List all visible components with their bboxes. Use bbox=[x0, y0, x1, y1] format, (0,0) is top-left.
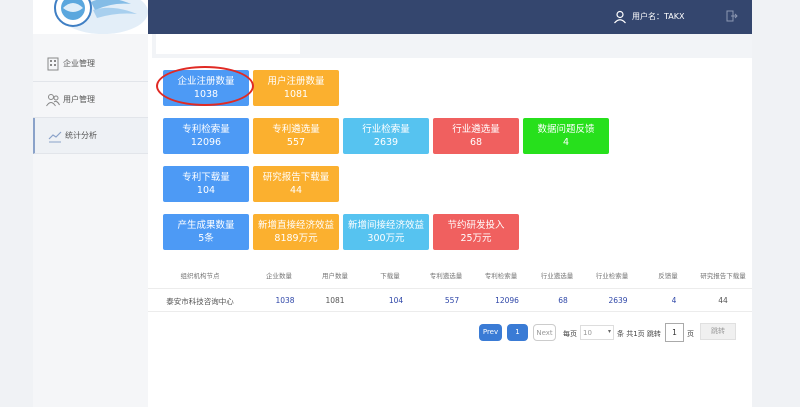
users-icon bbox=[46, 94, 60, 107]
logo-emblem-icon bbox=[54, 0, 148, 34]
column-header: 研究报告下载量 bbox=[700, 272, 746, 280]
stat-card-direct-benefit[interactable]: 新增直接经济效益 8189万元 bbox=[253, 214, 339, 250]
per-page-label: 每页 bbox=[563, 330, 577, 338]
stat-card-report-downloads[interactable]: 研究报告下载量 44 bbox=[253, 166, 339, 202]
card-title: 产生成果数量 bbox=[177, 220, 235, 231]
card-title: 用户注册数量 bbox=[267, 76, 325, 87]
column-header: 企业数量 bbox=[266, 272, 292, 280]
card-title: 专利下载量 bbox=[182, 172, 230, 183]
card-title: 研究报告下载量 bbox=[262, 172, 330, 183]
logout-icon[interactable] bbox=[726, 10, 738, 22]
table-cell[interactable]: 4 bbox=[672, 296, 677, 305]
stat-card-patent-search[interactable]: 专利检索量 12096 bbox=[163, 118, 249, 154]
top-header: 用户名：TAKX bbox=[148, 0, 752, 34]
table-row[interactable]: 泰安市科技咨询中心 1038 1081 104 557 12096 68 263… bbox=[148, 288, 752, 312]
table-cell[interactable]: 1038 bbox=[275, 296, 294, 305]
next-page-button[interactable]: Next bbox=[533, 324, 556, 341]
sidebar-item-statistics[interactable]: 统计分析 bbox=[33, 118, 148, 154]
chevron-down-icon: ▾ bbox=[607, 328, 611, 335]
sidebar-item-enterprise[interactable]: 企业管理 bbox=[33, 46, 148, 82]
username-label: 用户名：TAKX bbox=[632, 12, 685, 21]
card-value: 44 bbox=[289, 185, 303, 196]
card-value: 12096 bbox=[190, 137, 222, 148]
stat-card-industry-selection[interactable]: 行业遴选量 68 bbox=[433, 118, 519, 154]
table-cell[interactable]: 12096 bbox=[495, 296, 519, 305]
sidebar-item-users[interactable]: 用户管理 bbox=[33, 82, 148, 118]
per-page-value: 10 bbox=[583, 329, 592, 337]
jump-page-input[interactable]: 1 bbox=[665, 323, 684, 342]
column-header: 行业检索量 bbox=[595, 272, 629, 280]
card-value: 4 bbox=[562, 137, 570, 148]
card-title: 新增直接经济效益 bbox=[257, 220, 334, 231]
highlight-ellipse-annotation bbox=[156, 66, 254, 106]
tab-bar bbox=[152, 34, 752, 58]
table-cell[interactable]: 2639 bbox=[608, 296, 627, 305]
column-header: 组织机构节点 bbox=[180, 272, 220, 280]
card-value: 2639 bbox=[373, 137, 399, 148]
card-title: 专利检索量 bbox=[182, 124, 230, 135]
stat-card-industry-search[interactable]: 行业检索量 2639 bbox=[343, 118, 429, 154]
card-title: 新增间接经济效益 bbox=[347, 220, 424, 231]
card-value: 5条 bbox=[198, 233, 214, 244]
table-cell: 1081 bbox=[325, 296, 345, 305]
card-value: 300万元 bbox=[367, 233, 405, 244]
card-title: 专利遴选量 bbox=[272, 124, 320, 135]
tab-active[interactable] bbox=[156, 34, 300, 54]
user-icon bbox=[614, 10, 626, 24]
left-margin bbox=[0, 0, 33, 407]
building-icon bbox=[47, 57, 59, 71]
right-margin bbox=[752, 0, 800, 407]
card-value: 1081 bbox=[283, 89, 309, 100]
card-title: 节约研发投入 bbox=[447, 220, 505, 231]
card-title: 数据问题反馈 bbox=[537, 124, 595, 135]
card-value: 68 bbox=[469, 137, 483, 148]
sidebar-item-label: 企业管理 bbox=[63, 59, 95, 68]
jump-button[interactable]: 跳转 bbox=[700, 323, 736, 340]
column-header: 专利检索量 bbox=[484, 272, 518, 280]
card-value: 104 bbox=[196, 185, 216, 196]
table-cell[interactable]: 104 bbox=[389, 296, 403, 305]
stat-card-data-feedback[interactable]: 数据问题反馈 4 bbox=[523, 118, 609, 154]
page-suffix-label: 页 bbox=[687, 330, 694, 338]
card-title: 行业检索量 bbox=[362, 124, 410, 135]
column-header: 用户数量 bbox=[322, 272, 348, 280]
stat-card-patent-selection[interactable]: 专利遴选量 557 bbox=[253, 118, 339, 154]
stat-card-user-registrations[interactable]: 用户注册数量 1081 bbox=[253, 70, 339, 106]
prev-page-button[interactable]: Prev bbox=[479, 324, 502, 341]
per-page-select[interactable]: 10 ▾ bbox=[580, 325, 614, 340]
chart-icon bbox=[48, 131, 62, 143]
column-header: 反馈量 bbox=[658, 272, 678, 280]
logo bbox=[33, 0, 148, 34]
stat-card-indirect-benefit[interactable]: 新增间接经济效益 300万元 bbox=[343, 214, 429, 250]
table-cell: 泰安市科技咨询中心 bbox=[166, 297, 234, 306]
column-header: 行业遴选量 bbox=[540, 272, 574, 280]
card-value: 8189万元 bbox=[274, 233, 318, 244]
sidebar-item-label: 用户管理 bbox=[63, 95, 95, 104]
stat-card-results-count[interactable]: 产生成果数量 5条 bbox=[163, 214, 249, 250]
card-title: 行业遴选量 bbox=[452, 124, 500, 135]
column-header: 专利遴选量 bbox=[429, 272, 463, 280]
stat-card-rd-savings[interactable]: 节约研发投入 25万元 bbox=[433, 214, 519, 250]
table-cell: 44 bbox=[718, 296, 728, 305]
stat-card-patent-downloads[interactable]: 专利下载量 104 bbox=[163, 166, 249, 202]
table-header: 组织机构节点 企业数量 用户数量 下载量 专利遴选量 专利检索量 行业遴选量 行… bbox=[148, 266, 752, 284]
page-number-button[interactable]: 1 bbox=[507, 324, 528, 341]
card-value: 557 bbox=[286, 137, 306, 148]
column-header: 下载量 bbox=[380, 272, 400, 280]
sidebar: 企业管理 用户管理 统计分析 bbox=[33, 34, 148, 407]
table-cell[interactable]: 68 bbox=[558, 296, 568, 305]
pagination-summary: 条 共1页 跳转 bbox=[617, 330, 661, 338]
app-root: { "header": { "user_label": "用户名：TAKX" }… bbox=[0, 0, 800, 407]
sidebar-item-label: 统计分析 bbox=[65, 131, 97, 140]
table-cell[interactable]: 557 bbox=[445, 296, 459, 305]
card-value: 25万元 bbox=[460, 233, 492, 244]
